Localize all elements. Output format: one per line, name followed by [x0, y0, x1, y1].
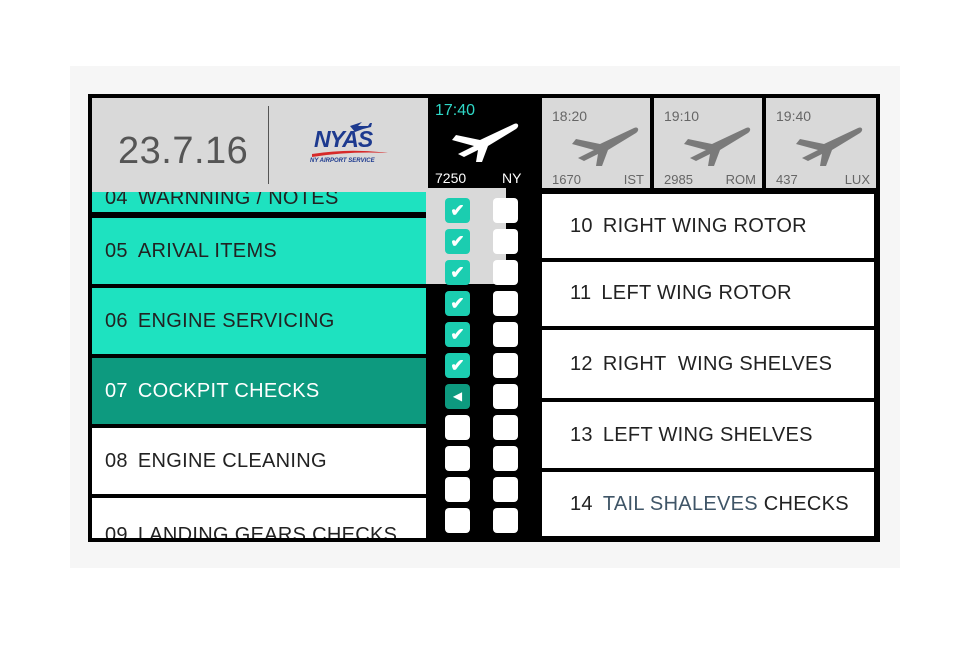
plane-icon: [452, 123, 519, 162]
flight-number: 437: [776, 172, 798, 187]
section-item[interactable]: 05 ARIVAL ITEMS: [92, 218, 426, 284]
plane-icon: [796, 127, 863, 166]
checklist-screen: 23.7.16 NYAS NY AIRPORT SERVICE 17:40 72…: [88, 94, 880, 542]
section-label: COCKPIT CHECKS: [137, 379, 320, 402]
task-item[interactable]: 12 RIGHT WING SHELVES: [542, 330, 874, 398]
task-item[interactable]: 10 RIGHT WING ROTOR: [542, 194, 874, 258]
section-number: 08: [105, 449, 128, 472]
section-number: 09: [105, 524, 128, 538]
checkbox-done[interactable]: ✔: [445, 229, 470, 254]
current-flight-time: 17:40: [435, 102, 476, 119]
checkbox-empty[interactable]: [493, 291, 518, 316]
section-item[interactable]: 09 LANDING GEARS CHECKS: [92, 498, 426, 538]
flight-destination: IST: [623, 172, 644, 187]
section-label: LANDING GEARS CHECKS: [137, 524, 398, 538]
task-number: 10: [570, 214, 593, 237]
plane-icon: [684, 127, 751, 166]
checkbox-empty[interactable]: [493, 415, 518, 440]
checkbox-empty[interactable]: [493, 446, 518, 471]
checkbox-empty[interactable]: [493, 384, 518, 409]
checkbox-empty[interactable]: [445, 477, 470, 502]
checkbox-empty[interactable]: [445, 508, 470, 533]
flight-number: 1670: [552, 172, 581, 187]
section-number: 04: [105, 192, 128, 209]
current-flight[interactable]: 17:40 7250 NY: [428, 98, 538, 188]
flight-destination: ROM: [725, 172, 756, 187]
current-flight-number: 7250: [435, 170, 467, 186]
task-label: RIGHT WING ROTOR: [602, 214, 807, 237]
checkbox-empty[interactable]: [445, 415, 470, 440]
section-label: ARIVAL ITEMS: [137, 239, 278, 262]
section-label: ENGINE SERVICING: [137, 309, 335, 332]
task-label: LEFT WING ROTOR: [601, 282, 792, 304]
checkbox-empty[interactable]: [445, 446, 470, 471]
section-list: 04 WARNNING / NOTES 05 ARIVAL ITEMS 06 E…: [92, 192, 426, 538]
checkbox-current[interactable]: ◀: [445, 384, 470, 409]
task-item[interactable]: 14 TAIL SHALEVES CHECKS: [542, 472, 874, 536]
flight-time: 19:40: [776, 108, 812, 124]
logo-wordmark: NYAS: [314, 126, 373, 152]
task-number: 11: [570, 282, 592, 304]
checkbox-empty[interactable]: [493, 477, 518, 502]
checkbox-done[interactable]: ✔: [445, 260, 470, 285]
section-number: 06: [105, 309, 128, 332]
date-display: 23.7.16: [118, 130, 249, 172]
nyas-logo: NYAS NY AIRPORT SERVICE: [310, 120, 390, 172]
section-item-active[interactable]: 07 COCKPIT CHECKS: [92, 358, 426, 424]
section-item[interactable]: 04 WARNNING / NOTES: [92, 192, 426, 212]
checkbox-empty[interactable]: [493, 260, 518, 285]
flight-number: 2985: [664, 172, 693, 187]
upcoming-flight-2[interactable]: 19:10 2985 ROM: [654, 98, 762, 188]
task-label-rest: CHECKS: [757, 492, 849, 515]
upcoming-flight-3[interactable]: 19:40 437 LUX: [766, 98, 876, 188]
task-number: 13: [570, 423, 593, 446]
flight-time: 18:20: [552, 108, 588, 124]
upcoming-flight-1[interactable]: 18:20 1670 IST: [542, 98, 650, 188]
checkbox-empty[interactable]: [493, 229, 518, 254]
task-label: LEFT WING SHELVES: [602, 423, 813, 446]
task-list: 10 RIGHT WING ROTOR 11 LEFT WING ROTOR 1…: [542, 192, 876, 538]
section-number: 07: [105, 379, 128, 402]
checkbox-empty[interactable]: [493, 322, 518, 347]
flight-time: 19:10: [664, 108, 700, 124]
task-item[interactable]: 11 LEFT WING ROTOR: [542, 262, 874, 326]
task-number: 12: [570, 352, 593, 375]
flight-destination: LUX: [844, 172, 870, 187]
checkbox-done[interactable]: ✔: [445, 322, 470, 347]
checkbox-grid: ✔ ✔ ✔ ✔ ✔ ✔ ◀: [440, 196, 526, 538]
section-label: ENGINE CLEANING: [137, 449, 327, 472]
task-item[interactable]: 13 LEFT WING SHELVES: [542, 402, 874, 468]
section-number: 05: [105, 239, 128, 262]
current-flight-destination: NY: [502, 170, 522, 186]
checkbox-done[interactable]: ✔: [445, 291, 470, 316]
checkbox-empty[interactable]: [493, 508, 518, 533]
checkbox-empty[interactable]: [493, 198, 518, 223]
section-label: WARNNING / NOTES: [137, 192, 339, 209]
checkbox-done[interactable]: ✔: [445, 353, 470, 378]
task-label: RIGHT WING SHELVES: [602, 352, 833, 375]
checkbox-done[interactable]: ✔: [445, 198, 470, 223]
logo-subtitle: NY AIRPORT SERVICE: [310, 158, 375, 164]
checkbox-empty[interactable]: [493, 353, 518, 378]
divider: [268, 106, 269, 184]
task-label-highlight: TAIL SHALEVES: [602, 492, 758, 515]
plane-icon: [572, 127, 639, 166]
section-item[interactable]: 06 ENGINE SERVICING: [92, 288, 426, 354]
section-item[interactable]: 08 ENGINE CLEANING: [92, 428, 426, 494]
task-number: 14: [570, 492, 593, 515]
